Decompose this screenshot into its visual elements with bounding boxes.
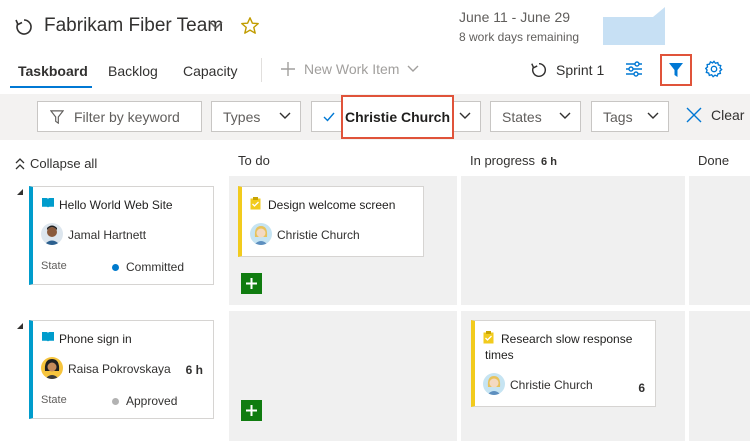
column-hours: 6 h [541, 156, 557, 168]
filter-button[interactable] [660, 54, 692, 86]
card-title: Phone sign in [59, 332, 132, 346]
done-cell [689, 176, 750, 305]
column-name: To do [238, 153, 270, 168]
add-task-button[interactable] [241, 273, 262, 294]
chevron-down-icon [559, 112, 571, 120]
lane-collapse-caret-icon[interactable] [17, 323, 23, 329]
selected-person-filter[interactable]: Christie Church [341, 95, 454, 139]
card-title: Design welcome screen [268, 198, 396, 212]
card-title: Hello World Web Site [59, 198, 173, 212]
task-card[interactable]: Design welcome screen Christie Church [238, 186, 424, 257]
filter-keyword-input[interactable]: Filter by keyword [37, 101, 202, 132]
task-card[interactable]: Research slow response times Christie Ch… [471, 320, 656, 407]
card-remaining-hours: 6 h [185, 363, 203, 377]
todo-cell [229, 311, 457, 441]
clipboard-icon [250, 197, 261, 210]
filter-keyword-placeholder: Filter by keyword [74, 108, 180, 125]
tab-capacity[interactable]: Capacity [183, 63, 237, 79]
sprint-label: Sprint 1 [556, 62, 605, 78]
burndown-chart[interactable] [603, 7, 665, 45]
card-assignee: Christie Church [510, 378, 593, 392]
close-icon [686, 107, 702, 123]
state-dot [112, 264, 119, 271]
column-header-in-progress: In progress 6 h [470, 153, 557, 168]
gear-icon[interactable] [705, 60, 723, 78]
avatar [41, 223, 63, 245]
active-tab-indicator [10, 86, 92, 88]
work-days-remaining: 8 work days remaining [459, 30, 580, 44]
sprint-selector[interactable]: Sprint 1 [530, 61, 604, 79]
favorite-star-icon[interactable] [240, 16, 260, 36]
story-card[interactable]: Phone sign in Raisa Pokrovskaya 6 h Stat… [29, 320, 214, 419]
view-options-sliders-icon[interactable] [624, 60, 644, 78]
clear-filters-button[interactable]: Clear [686, 107, 744, 123]
state-value: Approved [126, 394, 178, 408]
state-label: State [41, 260, 67, 272]
team-name[interactable]: Fabrikam Fiber Team [44, 15, 223, 37]
chevron-down-icon [279, 112, 291, 120]
column-header-todo: To do [238, 153, 270, 168]
sprint-cycle-icon [530, 61, 548, 79]
plus-icon [245, 404, 258, 417]
tags-dropdown[interactable]: Tags [591, 101, 669, 132]
state-dot [112, 398, 119, 405]
avatar [483, 373, 505, 395]
card-assignee: Jamal Hartnett [68, 228, 147, 242]
book-icon [41, 331, 55, 343]
lane-collapse-caret-icon[interactable] [17, 189, 23, 195]
card-title: Research slow response times [485, 332, 633, 362]
funnel-icon [668, 62, 684, 78]
sprint-date-range: June 11 - June 29 [459, 9, 571, 25]
add-task-button[interactable] [241, 400, 262, 421]
avatar [250, 223, 272, 245]
card-remaining-hours: 6 [638, 381, 645, 395]
column-name: In progress [470, 153, 536, 168]
card-assignee: Raisa Pokrovskaya [68, 362, 171, 376]
avatar [41, 357, 63, 379]
tags-label: Tags [603, 108, 633, 125]
chevron-down-icon [647, 112, 659, 120]
done-cell [689, 311, 750, 441]
types-dropdown[interactable]: Types [211, 101, 301, 132]
new-work-item-label: New Work Item [304, 61, 400, 77]
book-icon [41, 197, 55, 209]
team-sprint-icon [14, 17, 34, 37]
plus-icon [245, 277, 258, 290]
collapse-chevrons-icon [15, 157, 25, 170]
column-name: Done [698, 153, 730, 168]
clear-label: Clear [711, 107, 745, 123]
checkmark-icon [323, 112, 335, 122]
card-assignee: Christie Church [277, 228, 360, 242]
chevron-down-icon [459, 112, 471, 120]
chevron-down-icon [407, 65, 419, 73]
new-work-item-button[interactable]: New Work Item [280, 61, 419, 77]
tab-backlog[interactable]: Backlog [108, 63, 158, 79]
states-label: States [502, 108, 542, 125]
state-label: State [41, 394, 67, 406]
in-progress-cell [461, 176, 685, 305]
types-label: Types [223, 108, 261, 125]
plus-icon [280, 61, 296, 77]
story-card[interactable]: Hello World Web Site Jamal Hartnett Stat… [29, 186, 214, 285]
team-chevron-down-icon[interactable] [209, 21, 223, 30]
filter-funnel-icon [50, 110, 64, 124]
column-header-done: Done [698, 153, 729, 168]
states-dropdown[interactable]: States [490, 101, 581, 132]
collapse-all-button[interactable]: Collapse all [15, 156, 97, 171]
tab-taskboard[interactable]: Taskboard [18, 63, 88, 79]
nav-divider [261, 58, 262, 82]
collapse-all-label: Collapse all [30, 156, 98, 171]
state-value: Committed [126, 260, 185, 274]
